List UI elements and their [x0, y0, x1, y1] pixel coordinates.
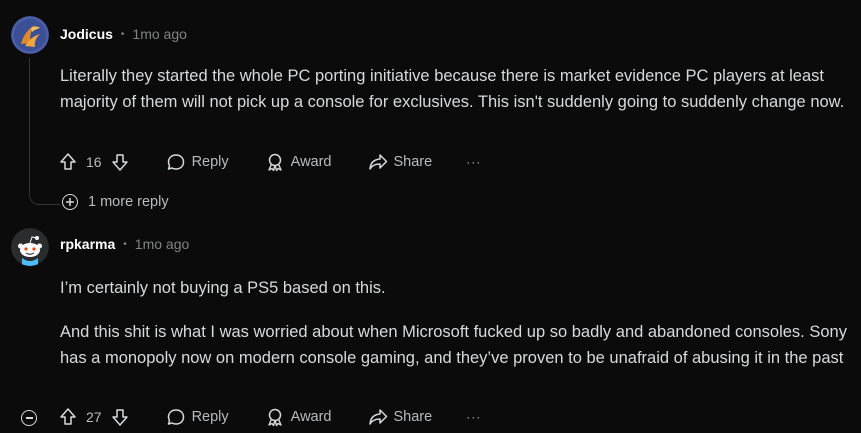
share-icon: [368, 154, 387, 170]
comment-bubble-icon: [167, 409, 184, 425]
timestamp[interactable]: 1mo ago: [132, 26, 186, 42]
comment-meta: rpkarma • 1mo ago: [60, 236, 189, 252]
reply-button[interactable]: Reply: [166, 407, 229, 427]
expand-plus-icon: [62, 194, 78, 210]
comment-paragraph: I’m certainly not buying a PS5 based on …: [60, 279, 386, 297]
vote-count: 27: [86, 409, 102, 425]
award-button[interactable]: Award: [265, 152, 332, 172]
award-label: Award: [290, 154, 332, 170]
share-button[interactable]: Share: [368, 407, 433, 427]
share-label: Share: [393, 409, 433, 425]
reply-label: Reply: [191, 409, 229, 425]
snoo-avatar-icon: [11, 228, 49, 266]
comment-bubble-icon: [167, 154, 184, 170]
more-options-button[interactable]: ···: [466, 155, 481, 169]
comment-body: I’m certainly not buying a PS5 based on …: [60, 275, 850, 371]
award-button[interactable]: Award: [265, 407, 332, 427]
collapse-thread-button[interactable]: [21, 410, 37, 426]
reply-button[interactable]: Reply: [166, 152, 229, 172]
more-replies-label: 1 more reply: [88, 194, 169, 210]
upvote-icon[interactable]: [58, 407, 78, 427]
meta-separator: •: [123, 238, 127, 250]
award-icon: [267, 408, 282, 427]
share-label: Share: [393, 154, 433, 170]
timestamp[interactable]: 1mo ago: [135, 236, 189, 252]
upvote-icon[interactable]: [58, 152, 78, 172]
share-icon: [368, 409, 387, 425]
comment-meta: Jodicus • 1mo ago: [60, 26, 187, 42]
avatar[interactable]: [11, 16, 49, 54]
share-button[interactable]: Share: [368, 152, 433, 172]
avatar[interactable]: [11, 228, 49, 266]
more-options-icon: ···: [466, 155, 482, 169]
downvote-icon[interactable]: [110, 407, 130, 427]
reply-label: Reply: [191, 154, 229, 170]
vote-count: 16: [86, 154, 102, 170]
comment-paragraph: And this shit is what I was worried abou…: [60, 323, 847, 367]
award-label: Award: [290, 409, 332, 425]
downvote-icon[interactable]: [110, 152, 130, 172]
user-avatar-icon: [11, 16, 49, 54]
comment-paragraph: Literally they started the whole PC port…: [60, 67, 845, 111]
username[interactable]: rpkarma: [60, 236, 115, 252]
vote-control: 16: [58, 152, 130, 172]
more-options-button[interactable]: ···: [466, 410, 481, 424]
comment-actions: 27 Reply Award Share ···: [58, 407, 481, 427]
minus-icon: [25, 417, 33, 419]
thread-elbow: [29, 186, 60, 205]
meta-separator: •: [120, 28, 125, 40]
comment-body: Literally they started the whole PC port…: [60, 63, 850, 115]
username[interactable]: Jodicus: [60, 26, 113, 42]
vote-control: 27: [58, 407, 130, 427]
more-replies-link[interactable]: 1 more reply: [62, 194, 169, 210]
comment-thread: Jodicus • 1mo ago Literally they started…: [0, 0, 861, 433]
thread-line[interactable]: [29, 58, 30, 188]
award-icon: [267, 153, 282, 172]
more-options-icon: ···: [466, 410, 482, 424]
comment-actions: 16 Reply Award Share ···: [58, 152, 481, 172]
